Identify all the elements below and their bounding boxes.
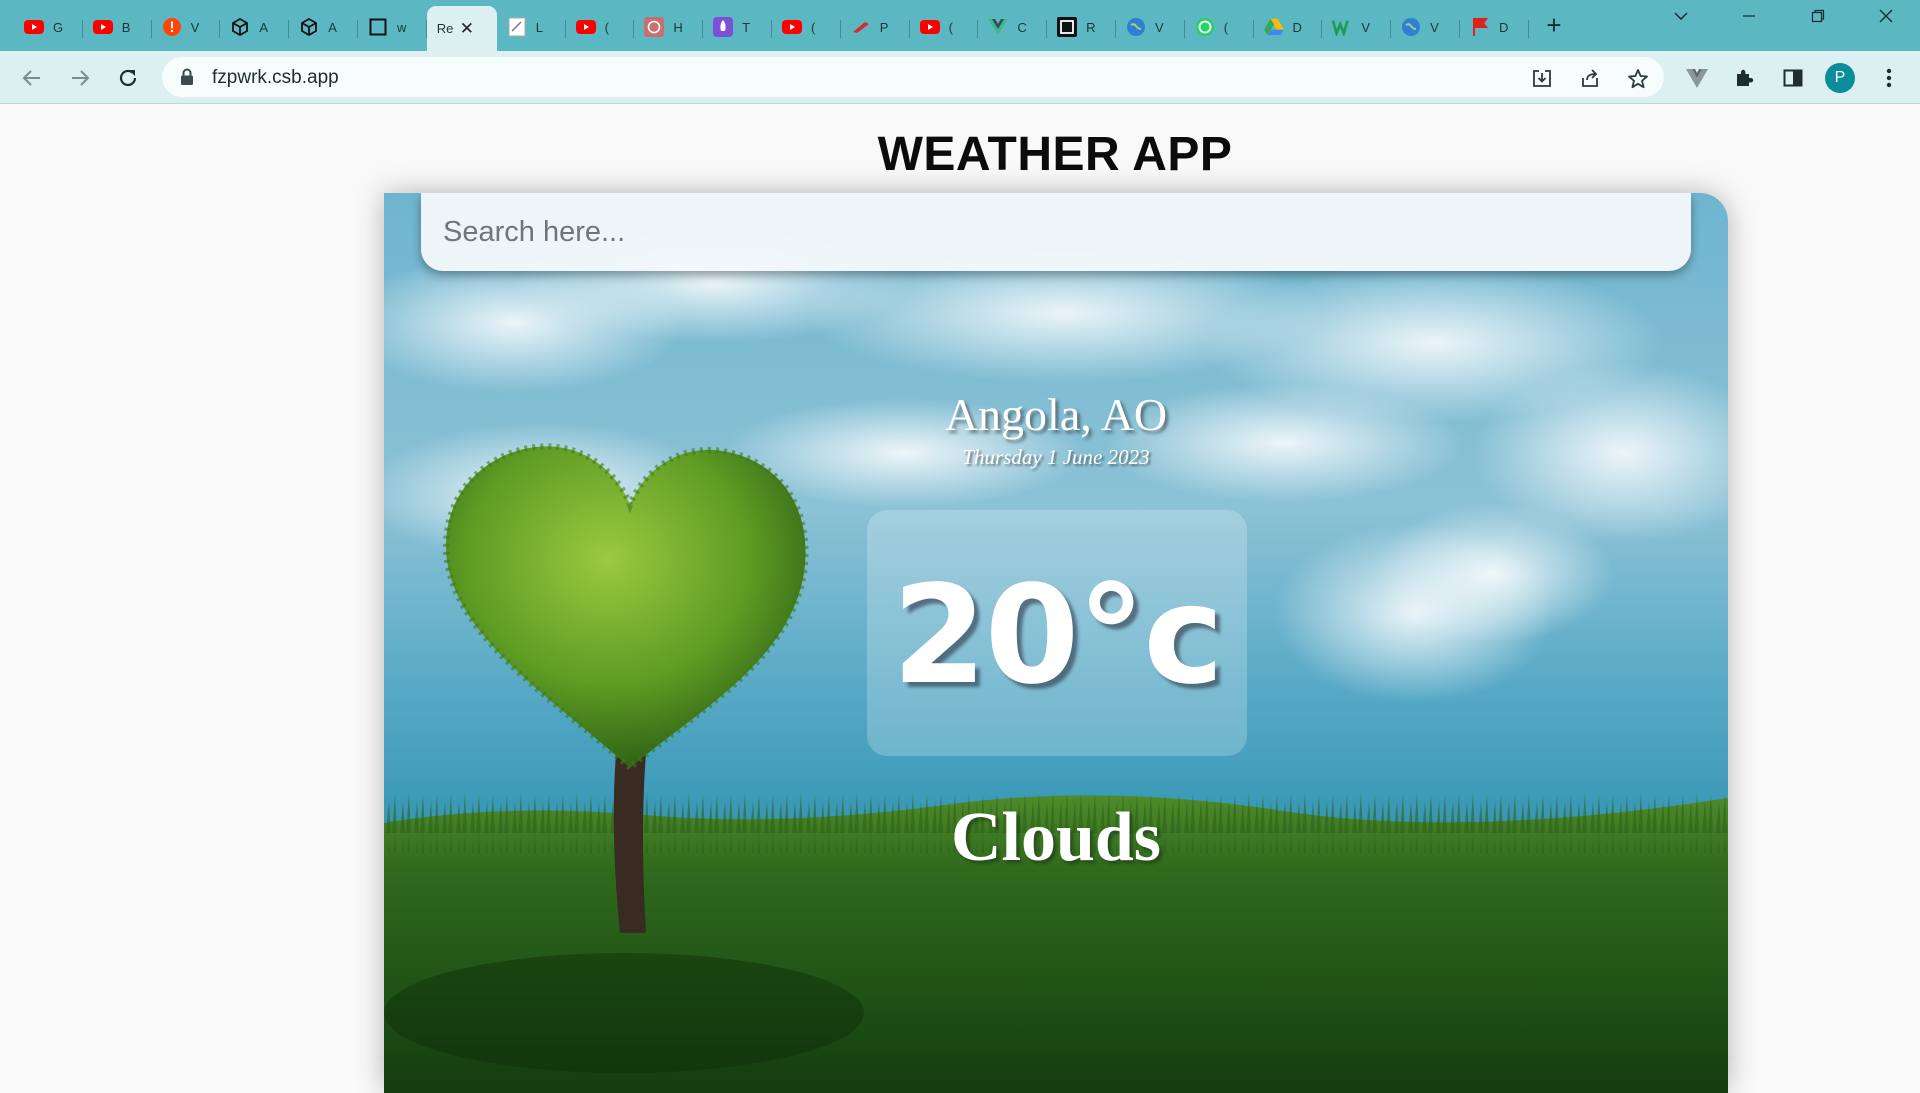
restore-button[interactable] <box>1803 8 1833 29</box>
close-tab-icon[interactable]: ✕ <box>460 20 474 37</box>
url-text[interactable]: fzpwrk.csb.app <box>212 67 339 89</box>
pen-icon <box>851 17 871 37</box>
browser-tab[interactable]: B <box>83 8 152 46</box>
install-app-icon[interactable] <box>1530 67 1554 91</box>
square-icon <box>368 17 388 37</box>
browser-tab[interactable]: A <box>220 8 289 46</box>
w-icon <box>1332 17 1352 37</box>
reload-button[interactable] <box>113 63 143 93</box>
youtube-icon <box>92 17 113 37</box>
flag-icon <box>1470 17 1490 37</box>
browser-tab[interactable]: ( <box>1185 8 1254 46</box>
tab-strip: G B V A Aw Re ✕ L ( H T ( P ( C R V ( D V V D + <box>0 0 1920 51</box>
chatgpt-icon <box>644 17 665 37</box>
tab-title: ( <box>1223 19 1229 35</box>
browser-tab[interactable]: V <box>1116 8 1185 46</box>
terminal-icon <box>1057 17 1078 37</box>
tab-title: T <box>742 19 751 35</box>
codesandbox-icon <box>230 17 250 37</box>
chrome-menu-icon[interactable] <box>1876 65 1902 91</box>
youtube-icon <box>24 17 44 37</box>
close-window-button[interactable] <box>1871 8 1901 29</box>
browser-tab[interactable]: T <box>703 8 772 46</box>
tab-title: V <box>1361 19 1371 35</box>
tab-title: R <box>1086 19 1096 35</box>
codesandbox-icon <box>299 17 319 37</box>
tab-title: D <box>1292 19 1302 35</box>
temperature-value: 20°c <box>892 557 1224 715</box>
browser-tab[interactable]: C <box>978 8 1047 46</box>
side-panel-icon[interactable] <box>1780 65 1806 91</box>
youtube-icon <box>575 17 596 37</box>
tab-search-icon[interactable] <box>1666 8 1696 29</box>
tab-title: C <box>1017 19 1027 35</box>
current-date: Thursday 1 June 2023 <box>962 445 1150 469</box>
globe-icon <box>1126 17 1146 37</box>
browser-tab[interactable]: ( <box>910 8 979 46</box>
location-name: Angola, AO <box>944 389 1168 440</box>
share-icon[interactable] <box>1578 67 1602 91</box>
browser-tab[interactable]: A <box>289 8 358 46</box>
temperature-panel: 20°c <box>867 510 1247 756</box>
web-page: WEATHER APP Search here... Angola, AO Th… <box>0 105 1920 1093</box>
weather-condition: Clouds <box>950 799 1162 876</box>
browser-tab[interactable]: V <box>1391 8 1460 46</box>
tab-title: V <box>1154 19 1164 35</box>
tab-title: P <box>879 19 889 35</box>
tab-title: ( <box>948 19 953 35</box>
search-input[interactable] <box>421 193 1691 271</box>
tab-title: V <box>1430 19 1439 35</box>
whatsapp-icon <box>1195 17 1215 37</box>
tab-active[interactable]: Re ✕ <box>426 6 497 51</box>
tab-title: ( <box>810 19 816 35</box>
browser-tab[interactable]: D <box>1254 8 1323 46</box>
alert-icon <box>162 17 182 37</box>
page-icon <box>507 17 527 37</box>
lock-icon[interactable] <box>180 68 194 91</box>
tab-title: H <box>673 19 683 35</box>
browser-tab[interactable]: V <box>1322 8 1391 46</box>
tab-title: Re <box>436 21 453 36</box>
bookmark-star-icon[interactable] <box>1626 67 1650 91</box>
browser-tab[interactable]: V <box>152 8 221 46</box>
new-tab-button[interactable]: + <box>1540 12 1568 40</box>
tab-title: G <box>53 19 64 35</box>
vue-icon <box>988 17 1009 37</box>
tab-title: B <box>121 19 131 35</box>
tab-title: D <box>1498 19 1509 35</box>
weather-card: Angola, AO Thursday 1 June 2023 20°c Clo… <box>384 193 1728 1093</box>
vue-devtools-icon[interactable] <box>1684 65 1710 91</box>
browser-tab[interactable]: w <box>358 8 427 46</box>
globe-icon <box>1401 17 1421 37</box>
tab-title: A <box>259 19 269 35</box>
forward-button[interactable] <box>65 63 95 93</box>
rocket-icon <box>713 17 734 37</box>
browser-tab[interactable]: ( <box>772 8 841 46</box>
browser-tab[interactable]: P <box>841 8 910 46</box>
browser-tab[interactable]: D <box>1460 8 1529 46</box>
tab-title: V <box>190 19 200 35</box>
youtube-icon <box>781 17 802 37</box>
tab-list: G B V A Aw Re ✕ L ( H T ( P ( C R V ( D V V D <box>14 6 1529 51</box>
app-title: WEATHER APP <box>877 128 1233 181</box>
browser-tab[interactable]: H <box>634 8 703 46</box>
profile-avatar[interactable]: P <box>1825 63 1855 93</box>
tab-title: A <box>328 19 337 35</box>
back-button[interactable] <box>17 63 47 93</box>
address-bar[interactable]: fzpwrk.csb.app <box>162 57 1664 97</box>
tab-title: w <box>396 19 407 35</box>
browser-toolbar: fzpwrk.csb.app P <box>0 51 1920 104</box>
browser-tab[interactable]: ( <box>566 8 635 46</box>
drive-icon <box>1263 17 1284 37</box>
minimize-button[interactable] <box>1734 8 1764 29</box>
browser-tab[interactable]: R <box>1047 8 1116 46</box>
tab-title: ( <box>604 19 609 35</box>
extensions-puzzle-icon[interactable] <box>1732 65 1758 91</box>
tab-title: L <box>535 19 544 35</box>
browser-tab[interactable]: G <box>14 8 83 46</box>
browser-tab[interactable]: L <box>497 8 566 46</box>
youtube-icon <box>919 17 940 37</box>
